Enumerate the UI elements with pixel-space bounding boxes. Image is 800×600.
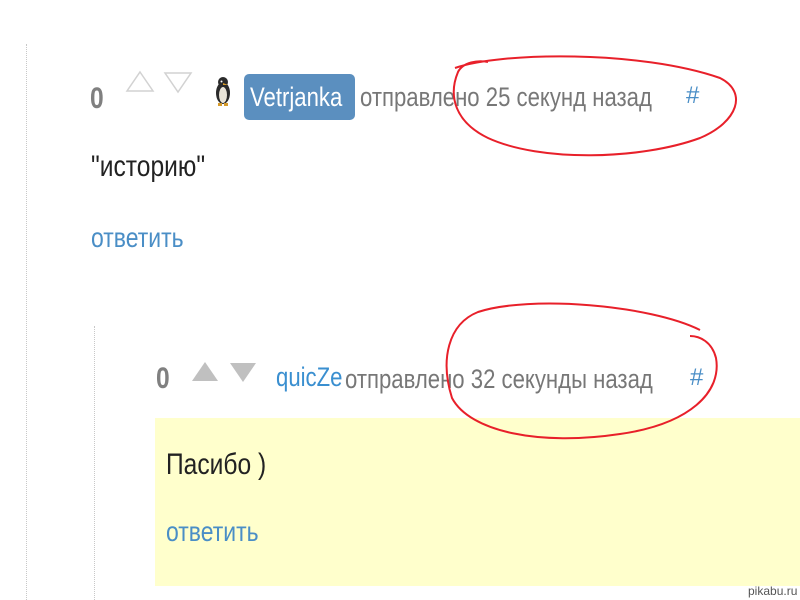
comment-1-downvote-button[interactable] xyxy=(163,70,193,99)
comment-2-permalink[interactable]: # xyxy=(690,366,703,390)
comment-1-username[interactable]: Vetrjanka xyxy=(244,74,355,120)
comment-1-permalink[interactable]: # xyxy=(686,84,699,108)
downvote-arrow-icon xyxy=(163,72,193,94)
downvote-arrow-icon xyxy=(230,363,256,382)
comment-1-timestamp: отправлено 25 секунд назад xyxy=(360,82,652,112)
penguin-icon xyxy=(216,77,230,106)
comment-1-reply-link[interactable]: ответить xyxy=(91,224,184,252)
nested-thread-guide-line xyxy=(94,326,95,600)
comment-2-username[interactable]: quicZe xyxy=(276,364,342,391)
comment-thread-screenshot: 0 Vetrjanka отправлено 25 секунд назад #… xyxy=(0,0,800,600)
comment-2-highlight-box xyxy=(155,418,800,586)
upvote-arrow-icon xyxy=(192,362,218,381)
comment-1-body: "историю" xyxy=(91,150,206,183)
comment-2-downvote-button[interactable] xyxy=(228,360,258,389)
comment-2-body: Пасибо ) xyxy=(166,448,267,481)
comment-1-upvote-button[interactable] xyxy=(125,70,155,99)
thread-guide-line xyxy=(26,44,27,600)
comment-1-score: 0 xyxy=(90,82,104,115)
comment-1-avatar[interactable] xyxy=(212,74,234,113)
comment-2-upvote-button[interactable] xyxy=(190,360,220,389)
comment-2-score: 0 xyxy=(156,362,170,395)
comment-2-timestamp: отправлено 32 секунды назад xyxy=(345,364,653,394)
comment-2-reply-link[interactable]: ответить xyxy=(166,518,259,546)
upvote-arrow-icon xyxy=(125,70,155,92)
watermark: pikabu.ru xyxy=(748,584,798,598)
